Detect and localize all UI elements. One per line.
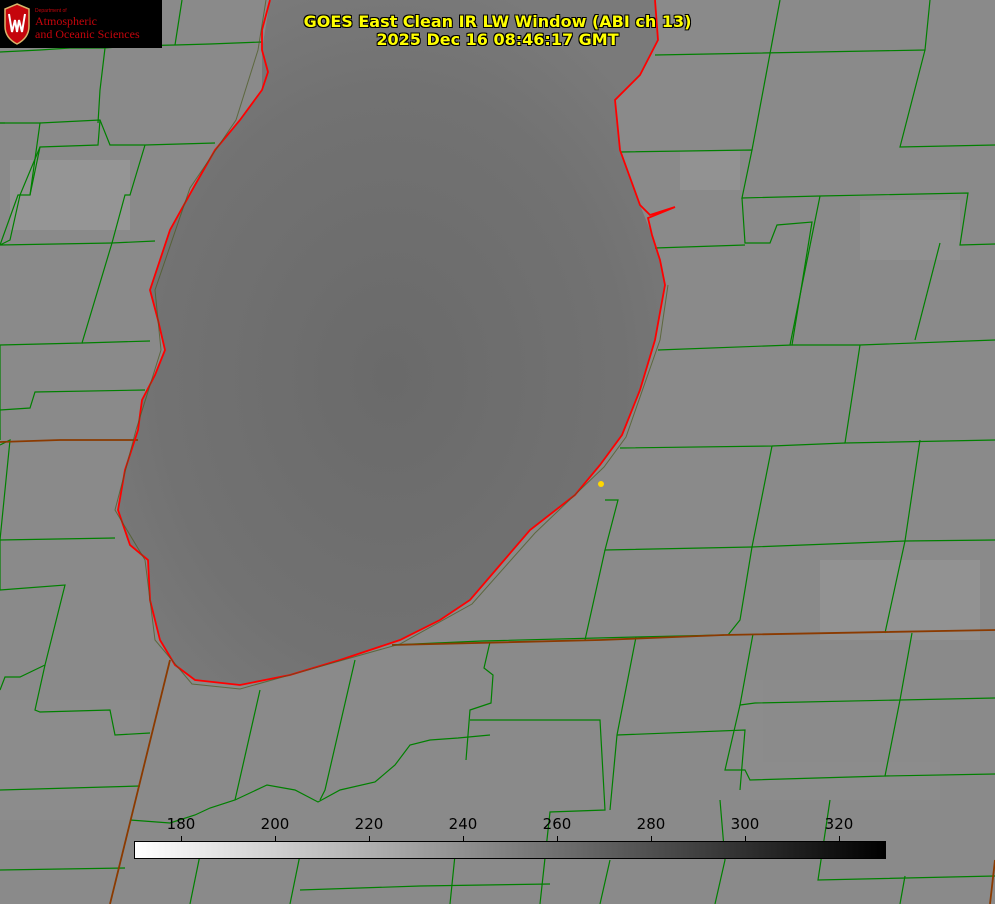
colorbar-tick-label: 260 xyxy=(542,815,572,833)
image-title: GOES East Clean IR LW Window (ABI ch 13) xyxy=(303,12,692,31)
colorbar-tick-mark xyxy=(557,836,558,842)
colorbar-tick-mark xyxy=(181,836,182,842)
station-marker xyxy=(598,481,604,487)
colorbar-tick-mark xyxy=(463,836,464,842)
colorbar xyxy=(134,841,886,859)
colorbar-tick-label: 240 xyxy=(448,815,478,833)
colorbar-tick-label: 280 xyxy=(636,815,666,833)
satellite-image: Department of Atmospheric and Oceanic Sc… xyxy=(0,0,995,904)
colorbar-tick-mark xyxy=(839,836,840,842)
colorbar-tick-mark xyxy=(745,836,746,842)
colorbar-tick-label: 200 xyxy=(260,815,290,833)
colorbar-tick-mark xyxy=(275,836,276,842)
colorbar-tick-mark xyxy=(369,836,370,842)
colorbar-tick-label: 300 xyxy=(730,815,760,833)
colorbar-tick-label: 220 xyxy=(354,815,384,833)
colorbar-tick-label: 180 xyxy=(166,815,196,833)
map-layer xyxy=(0,0,995,904)
colorbar-tick-label: 320 xyxy=(824,815,854,833)
lake-michigan xyxy=(118,0,665,685)
image-timestamp: 2025 Dec 16 08:46:17 GMT xyxy=(376,30,619,49)
colorbar-tick-mark xyxy=(651,836,652,842)
